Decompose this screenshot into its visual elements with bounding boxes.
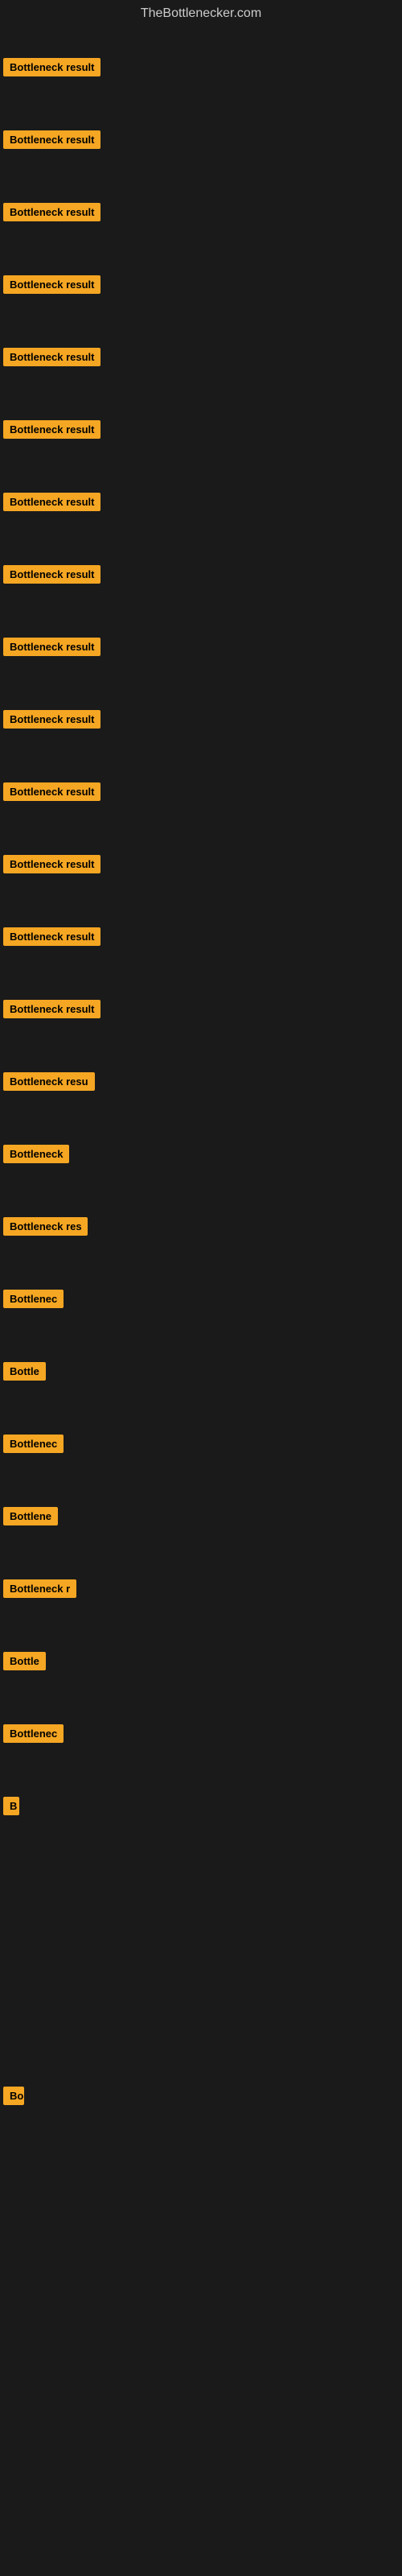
bottleneck-result-label[interactable]: Bo [3, 2087, 24, 2105]
list-item: Bottleneck result [3, 755, 399, 828]
bottleneck-result-label[interactable]: Bottlenec [3, 1435, 64, 1453]
list-item: Bottleneck result [3, 248, 399, 320]
list-item: Bottleneck result [3, 538, 399, 610]
list-item: Bottleneck result [3, 683, 399, 755]
bottleneck-result-label[interactable]: Bottleneck result [3, 927, 100, 946]
bottleneck-result-label[interactable]: Bottleneck result [3, 275, 100, 294]
bottleneck-result-label[interactable]: Bottleneck result [3, 130, 100, 149]
list-item: Bottlenec [3, 1262, 399, 1335]
list-item: Bottleneck result [3, 320, 399, 393]
list-item: Bottleneck res [3, 1190, 399, 1262]
list-item: Bottleneck result [3, 972, 399, 1045]
bottleneck-result-label[interactable]: Bottleneck result [3, 855, 100, 873]
list-item [3, 2204, 399, 2277]
list-item: Bottleneck result [3, 175, 399, 248]
bottleneck-result-label[interactable]: Bottleneck result [3, 493, 100, 511]
page-wrapper: TheBottlenecker.com Bottleneck resultBot… [0, 0, 402, 2349]
bottleneck-result-label[interactable]: Bottleneck r [3, 1579, 76, 1598]
list-item: Bottleneck resu [3, 1045, 399, 1117]
bottleneck-result-label[interactable]: Bottleneck result [3, 638, 100, 656]
bottleneck-result-label[interactable]: Bottlene [3, 1507, 58, 1525]
bottleneck-result-label[interactable]: Bottlenec [3, 1290, 64, 1308]
bottleneck-result-label[interactable]: Bottle [3, 1362, 46, 1381]
list-item [3, 1987, 399, 2059]
bottleneck-result-label[interactable]: Bottleneck result [3, 710, 100, 729]
bottleneck-result-label[interactable]: Bottleneck result [3, 782, 100, 801]
list-item: Bottleneck [3, 1117, 399, 1190]
bottleneck-result-label[interactable]: Bottleneck resu [3, 1072, 95, 1091]
bottleneck-result-label[interactable]: Bottleneck res [3, 1217, 88, 1236]
list-item [3, 2277, 399, 2349]
list-item [3, 2132, 399, 2204]
bottleneck-result-label[interactable]: B [3, 1797, 19, 1815]
bottleneck-result-label[interactable]: Bottleneck result [3, 1000, 100, 1018]
bottleneck-result-label[interactable]: Bottleneck result [3, 203, 100, 221]
list-item [3, 1842, 399, 1914]
list-item: Bottleneck result [3, 465, 399, 538]
bottleneck-result-label[interactable]: Bottle [3, 1652, 46, 1670]
list-item: Bottleneck result [3, 828, 399, 900]
bottleneck-result-label[interactable]: Bottleneck result [3, 58, 100, 76]
list-item: Bottlenec [3, 1697, 399, 1769]
list-item: Bottleneck result [3, 610, 399, 683]
list-item [3, 1914, 399, 1987]
bottleneck-result-label[interactable]: Bottleneck result [3, 420, 100, 439]
site-title: TheBottlenecker.com [0, 0, 402, 31]
list-item: Bottlene [3, 1480, 399, 1552]
bottleneck-result-label[interactable]: Bottlenec [3, 1724, 64, 1743]
bottleneck-result-label[interactable]: Bottleneck result [3, 565, 100, 584]
list-item: B [3, 1769, 399, 1842]
list-item: Bottlenec [3, 1407, 399, 1480]
list-item: Bottleneck r [3, 1552, 399, 1624]
list-item: Bottleneck result [3, 103, 399, 175]
bottleneck-result-label[interactable]: Bottleneck result [3, 348, 100, 366]
list-item: Bottle [3, 1624, 399, 1697]
list-item: Bottleneck result [3, 900, 399, 972]
list-item: Bottleneck result [3, 31, 399, 103]
bottleneck-result-label[interactable]: Bottleneck [3, 1145, 69, 1163]
list-item: Bottleneck result [3, 393, 399, 465]
list-item: Bo [3, 2059, 399, 2132]
items-container: Bottleneck result Bottleneck result Bottle… [0, 31, 402, 2349]
list-item: Bottle [3, 1335, 399, 1407]
